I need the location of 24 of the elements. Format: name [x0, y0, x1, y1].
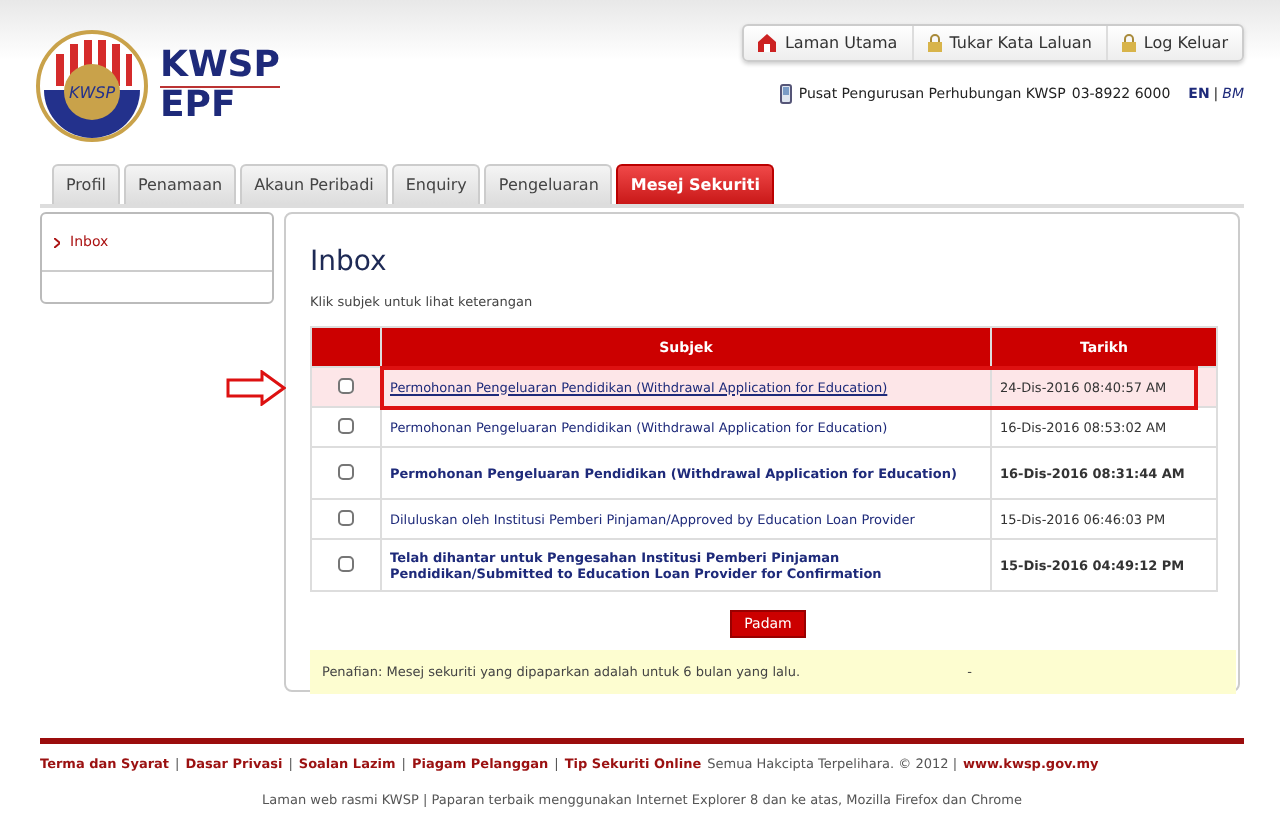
brand-subname: EPF [160, 88, 238, 124]
top-link[interactable]: Log Keluar [1105, 26, 1242, 60]
top-link[interactable]: Laman Utama [744, 26, 912, 60]
tab[interactable]: Mesej Sekuriti [616, 164, 774, 204]
tab[interactable]: Profil [52, 164, 120, 204]
tab[interactable]: Akaun Peribadi [240, 164, 388, 204]
row-checkbox[interactable] [338, 463, 354, 479]
row-checkbox[interactable] [338, 509, 354, 525]
lock-icon [1121, 34, 1136, 52]
page-title: Inbox [310, 246, 389, 278]
tab[interactable]: Pengeluaran [484, 164, 613, 204]
row-checkbox[interactable] [338, 555, 354, 571]
top-link[interactable]: Tukar Kata Laluan [911, 26, 1106, 60]
pointer-arrow-icon [226, 369, 286, 405]
phone-icon [780, 84, 793, 104]
brand-name: KWSP [160, 48, 280, 88]
row-checkbox[interactable] [338, 417, 354, 433]
house-icon [758, 34, 777, 52]
lock-icon [927, 34, 942, 52]
chevron-icon [54, 237, 60, 247]
tab[interactable]: Penamaan [123, 164, 237, 204]
seal-text: KWSP [68, 84, 116, 102]
tab[interactable]: Enquiry [391, 164, 481, 204]
row-checkbox[interactable] [338, 377, 354, 393]
